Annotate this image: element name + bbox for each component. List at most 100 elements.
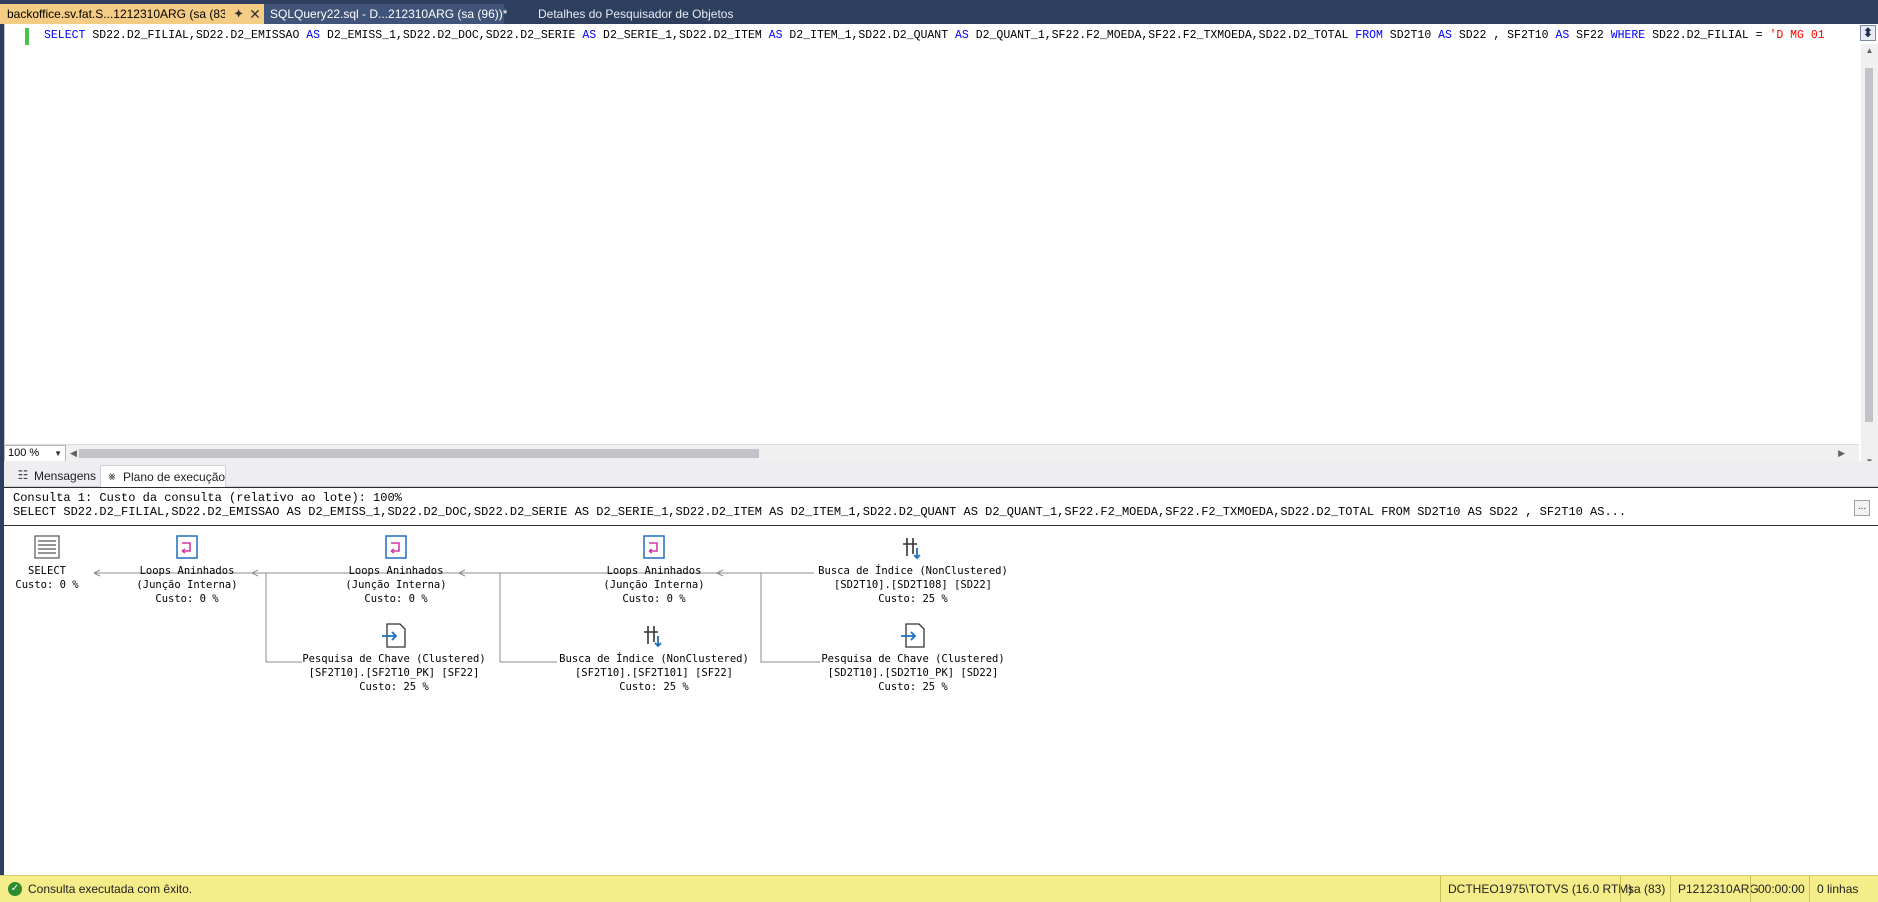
execution-plan-graph[interactable]: SELECT Custo: 0 % Loops Aninhados (Junção I…: [4, 526, 1878, 876]
vertical-scroll-thumb[interactable]: [1865, 68, 1873, 422]
sql-token: D2_ITEM_1,SD22.D2_QUANT: [782, 29, 956, 42]
plan-node-select[interactable]: SELECT Custo: 0 %: [15, 535, 79, 591]
sql-keyword: AS: [1438, 29, 1452, 42]
status-database: P1212310ARG: [1670, 876, 1759, 902]
horizontal-scroll-thumb[interactable]: [79, 449, 759, 458]
sql-token: D2_EMISS_1,SD22.D2_DOC,SD22.D2_SERIE: [320, 29, 583, 42]
plan-node-label: Custo: 25 %: [878, 593, 948, 605]
index-seek-icon: [644, 626, 662, 648]
plan-node-label: [SD2T10].[SD2T10_PK] [SD22]: [828, 667, 999, 679]
plan-connector: [252, 572, 302, 663]
sql-keyword: SELECT: [44, 29, 86, 42]
sql-keyword: AS: [306, 29, 321, 42]
tab-label: backoffice.sv.fat.S...1212310ARG (sa (83…: [7, 7, 225, 21]
tab-sqlquery22[interactable]: SQLQuery22.sql - D...212310ARG (sa (96))…: [264, 4, 508, 24]
status-bar: ✓ Consulta executada com êxito. DCTHEO19…: [0, 875, 1878, 902]
plan-node-label: Pesquisa de Chave (Clustered): [302, 653, 485, 665]
tab-execution-plan[interactable]: ⨳ Plano de execução: [100, 465, 226, 487]
plan-node-seek-sf22[interactable]: Busca de Índice (NonClustered) [SF2T10].[…: [559, 626, 749, 693]
sql-keyword: AS: [582, 29, 597, 42]
tab-object-explorer-details[interactable]: Detalhes do Pesquisador de Objetos: [530, 4, 770, 24]
success-check-icon: ✓: [8, 882, 22, 896]
scroll-left-icon[interactable]: ◀: [70, 445, 77, 462]
show-query-button[interactable]: ...: [1854, 500, 1870, 516]
query-cost-header: Consulta 1: Custo da consulta (relativo …: [13, 491, 402, 505]
sql-token: SD22.D2_FILIAL,SD22.D2_EMISSAO: [85, 29, 307, 42]
index-seek-icon: [903, 538, 921, 560]
key-lookup-icon: [901, 623, 925, 648]
document-tab-bar: backoffice.sv.fat.S...1212310ARG (sa (83…: [0, 0, 1878, 24]
sql-token: SD22 , SF2T10: [1451, 29, 1556, 42]
tab-backoffice-query[interactable]: backoffice.sv.fat.S...1212310ARG (sa (83…: [0, 4, 264, 24]
tab-messages[interactable]: ☷ Mensagens: [12, 465, 98, 487]
plan-node-label: Custo: 0 %: [15, 579, 79, 591]
plan-node-label: Busca de Índice (NonClustered): [559, 652, 749, 665]
status-user: sa (83): [1620, 876, 1665, 902]
sql-keyword: FROM: [1355, 29, 1383, 42]
status-server: DCTHEO1975\TOTVS (16.0 RTM): [1440, 876, 1632, 902]
plan-node-label: (Junção Interna): [345, 579, 446, 591]
sql-token: D2_SERIE_1,SD22.D2_ITEM: [596, 29, 769, 42]
plan-node-loops3[interactable]: Loops Aninhados (Junção Interna) Custo: 0 …: [603, 535, 705, 605]
zoom-value: 100 %: [8, 447, 40, 459]
sql-token: D2_QUANT_1,SF22.F2_MOEDA,SF22.F2_TXMOEDA…: [968, 29, 1356, 42]
plan-node-label: [SF2T10].[SF2T10_PK] [SF22]: [309, 667, 480, 679]
splitter-icon[interactable]: ⬍: [1860, 25, 1876, 41]
plan-node-label: Custo: 0 %: [155, 593, 219, 605]
sql-keyword: AS: [955, 29, 969, 42]
plan-node-label: (Junção Interna): [603, 579, 704, 591]
scroll-right-icon[interactable]: ▶: [1838, 445, 1845, 462]
plan-node-label: [SF2T10].[SF2T101] [SF22]: [575, 667, 733, 679]
plan-node-lookup-sf22[interactable]: Pesquisa de Chave (Clustered) [SF2T10].[S…: [302, 623, 486, 693]
sql-token: SD22.D2_FILIAL =: [1645, 29, 1770, 42]
plan-node-seek-sd22[interactable]: Busca de Índice (NonClustered) [SD2T10].[…: [818, 538, 1008, 605]
status-elapsed: 00:00:00: [1750, 876, 1805, 902]
nested-loops-icon: [176, 535, 198, 559]
plan-node-label: Loops Aninhados: [349, 565, 444, 577]
plan-node-label: Custo: 0 %: [622, 593, 686, 605]
tab-label: SQLQuery22.sql - D...212310ARG (sa (96))…: [270, 7, 508, 21]
ssms-window: backoffice.sv.fat.S...1212310ARG (sa (83…: [0, 0, 1878, 902]
nested-loops-icon: [643, 535, 665, 559]
sql-keyword: AS: [768, 29, 783, 42]
tab-label: Mensagens: [34, 469, 97, 483]
results-tab-bar: ☷ Mensagens ⨳ Plano de execução: [4, 461, 1878, 487]
plan-node-label: Custo: 25 %: [619, 681, 689, 693]
plan-node-label: Custo: 25 %: [878, 681, 948, 693]
plan-node-label: (Junção Interna): [136, 579, 237, 591]
execution-plan-icon: ⨳: [108, 469, 116, 483]
plan-node-label: Busca de Índice (NonClustered): [818, 564, 1008, 577]
plan-node-loops1[interactable]: Loops Aninhados (Junção Interna) Custo: 0 …: [136, 535, 238, 605]
vertical-scrollbar[interactable]: ▲ ▼: [1861, 44, 1878, 468]
select-operator-icon: [34, 535, 60, 559]
sql-token: SF22: [1569, 29, 1611, 42]
plan-node-label: Custo: 0 %: [364, 593, 428, 605]
plan-node-label: Loops Aninhados: [607, 565, 702, 577]
zoom-select[interactable]: 100 % ▼: [4, 445, 66, 462]
plan-node-label: [SD2T10].[SD2T108] [SD22]: [834, 579, 992, 591]
sql-token: SD2T10: [1382, 29, 1439, 42]
status-rows: 0 linhas: [1809, 876, 1858, 902]
sql-string: 'D MG 01: [1769, 29, 1825, 42]
tab-label: Plano de execução: [123, 470, 226, 484]
plan-query-text: SELECT SD22.D2_FILIAL,SD22.D2_EMISSAO AS…: [13, 505, 1627, 519]
close-icon[interactable]: ✕: [248, 4, 262, 24]
messages-icon: ☷: [17, 468, 29, 482]
change-marker: [25, 28, 29, 45]
query-editor[interactable]: SELECT SD22.D2_FILIAL,SD22.D2_EMISSAO AS…: [4, 24, 1878, 468]
scroll-up-icon[interactable]: ▲: [1861, 46, 1878, 55]
nested-loops-icon: [385, 535, 407, 559]
plan-node-label: Custo: 25 %: [359, 681, 429, 693]
plan-node-loops2[interactable]: Loops Aninhados (Junção Interna) Custo: 0 …: [345, 535, 447, 605]
sql-keyword: WHERE: [1610, 29, 1646, 42]
sql-code-line[interactable]: SELECT SD22.D2_FILIAL,SD22.D2_EMISSAO AS…: [44, 27, 1862, 45]
tab-label: Detalhes do Pesquisador de Objetos: [538, 7, 734, 21]
plan-node-label: Pesquisa de Chave (Clustered): [821, 653, 1004, 665]
execution-plan-view[interactable]: Consulta 1: Custo da consulta (relativo …: [4, 487, 1878, 875]
key-lookup-icon: [382, 623, 406, 648]
plan-node-lookup-sd22[interactable]: Pesquisa de Chave (Clustered) [SD2T10].[S…: [821, 623, 1005, 693]
status-message: Consulta executada com êxito.: [28, 882, 193, 896]
plan-connector: [459, 572, 557, 663]
chevron-down-icon: ▼: [54, 449, 62, 458]
pin-icon[interactable]: ⯌: [232, 4, 246, 24]
